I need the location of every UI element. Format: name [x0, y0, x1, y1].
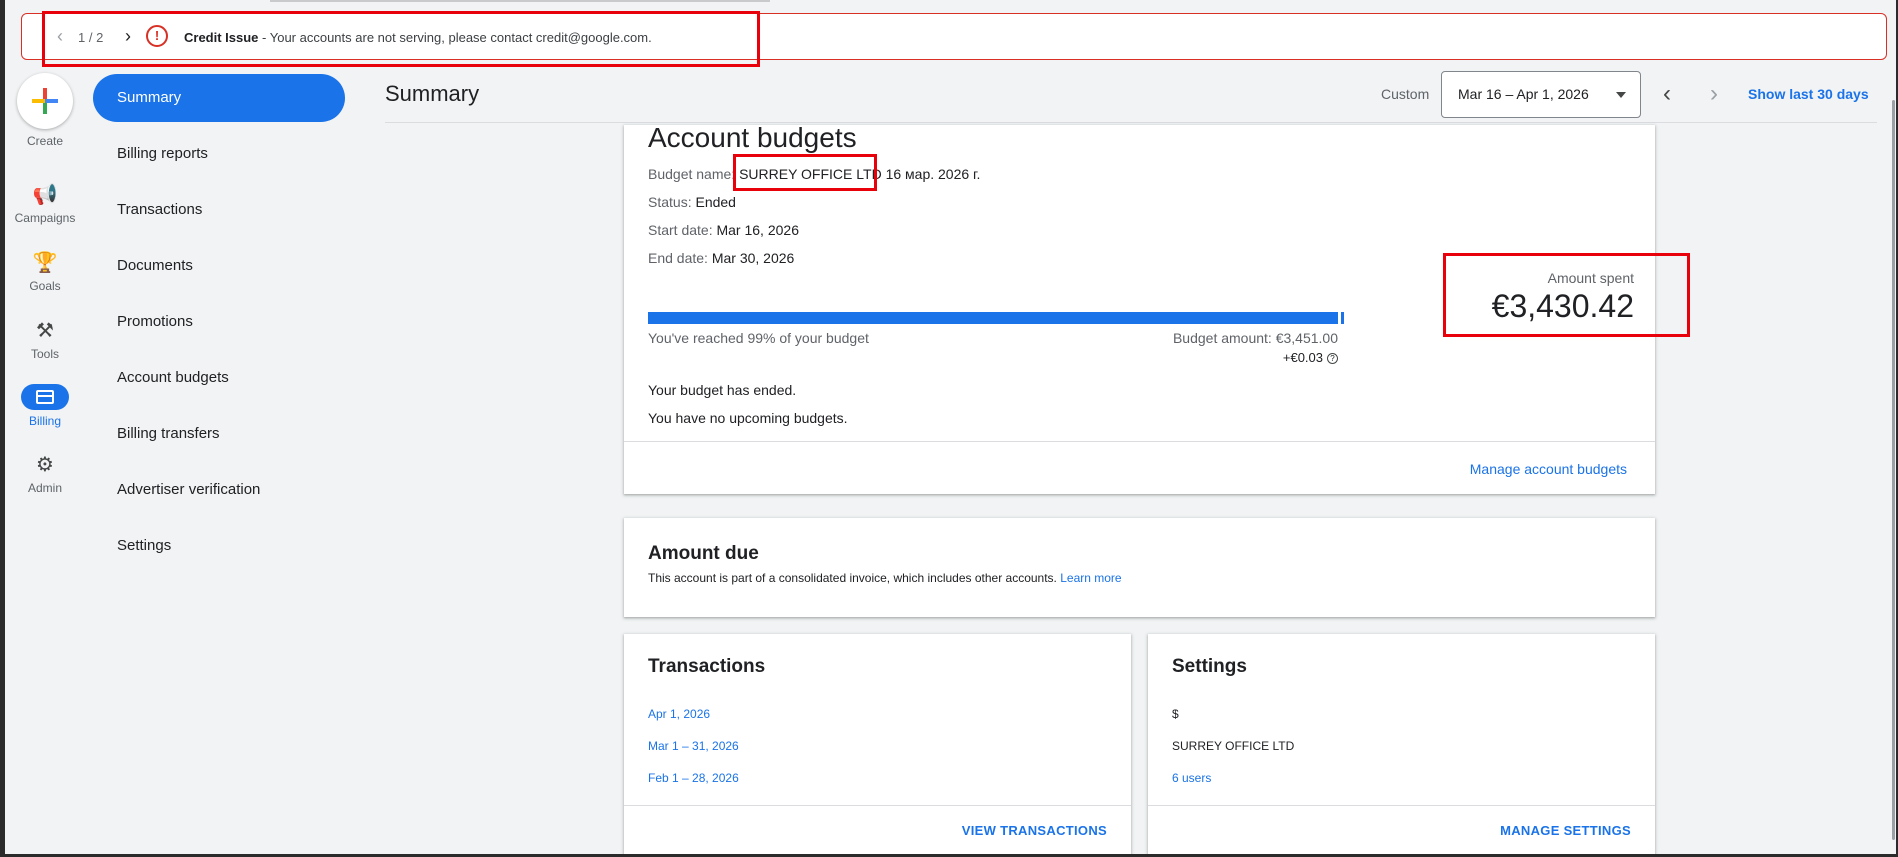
trophy-icon: 🏆	[32, 252, 58, 274]
rail-admin[interactable]: ⚙ Admin	[6, 453, 84, 495]
credit-issue-banner: ‹ 1 / 2 › ! Credit Issue - Your accounts…	[21, 13, 1887, 60]
transactions-card: Transactions Apr 1, 2026 Mar 1 – 31, 202…	[624, 634, 1131, 857]
date-range-value: Mar 16 – Apr 1, 2026	[1458, 86, 1589, 102]
show-last-30-days-link[interactable]: Show last 30 days	[1748, 86, 1869, 102]
window-frame-left	[0, 0, 5, 857]
nav-advertiser-verification[interactable]: Advertiser verification	[93, 466, 345, 514]
transactions-divider	[624, 805, 1131, 806]
budget-extra: +€0.03?	[1124, 350, 1338, 365]
tools-icon: ⚒	[36, 320, 54, 342]
budget-extra-value: +€0.03	[1282, 350, 1323, 365]
budgets-title: Account budgets	[648, 122, 857, 153]
chevron-left-icon[interactable]: ‹	[50, 26, 70, 46]
status-value: Ended	[695, 194, 736, 210]
highlight-box-amount-spent	[1443, 253, 1690, 337]
credit-card-icon	[21, 384, 69, 410]
budget-name-date: 16 мар. 2026 г.	[881, 166, 981, 182]
manage-settings-button[interactable]: MANAGE SETTINGS	[1500, 823, 1631, 838]
status-label: Status:	[648, 194, 692, 210]
custom-range-label: Custom	[1381, 86, 1430, 102]
view-transactions-button[interactable]: VIEW TRANSACTIONS	[962, 823, 1107, 838]
settings-divider	[1148, 805, 1655, 806]
settings-company: SURREY OFFICE LTD	[1172, 739, 1295, 753]
budget-ended-text: Your budget has ended.	[648, 382, 797, 398]
transaction-link[interactable]: Apr 1, 2026	[648, 707, 710, 721]
no-upcoming-text: You have no upcoming budgets.	[648, 410, 848, 426]
start-date-value: Mar 16, 2026	[716, 222, 799, 238]
amount-due-text: This account is part of a consolidated i…	[648, 571, 1122, 585]
plus-icon-bar	[32, 99, 58, 103]
nav-billing-reports[interactable]: Billing reports	[93, 130, 345, 178]
end-date-value: Mar 30, 2026	[711, 250, 795, 266]
budget-reached-text: You've reached 99% of your budget	[648, 330, 869, 346]
budget-end-row: End date: Mar 30, 2026	[648, 250, 794, 266]
manage-account-budgets-link[interactable]: Manage account budgets	[1470, 461, 1627, 477]
start-date-label: Start date:	[648, 222, 713, 238]
budgets-divider	[624, 441, 1655, 442]
learn-more-link[interactable]: Learn more	[1060, 571, 1121, 585]
budget-amount: Budget amount: €3,451.00	[1172, 330, 1338, 346]
browser-top-strip	[270, 0, 770, 2]
rail-goals[interactable]: 🏆 Goals	[6, 251, 84, 293]
create-button[interactable]	[17, 73, 73, 129]
page-title: Summary	[385, 81, 480, 106]
header-divider	[385, 122, 1877, 123]
credit-card-shape	[36, 390, 54, 404]
rail-billing-label: Billing	[28, 414, 61, 428]
dropdown-arrow-icon	[1616, 92, 1626, 98]
megaphone-icon: 📢	[32, 184, 58, 206]
rail-admin-label: Admin	[27, 481, 62, 495]
amount-due-card: Amount due This account is part of a con…	[624, 518, 1655, 617]
banner-message: Credit Issue - Your accounts are not ser…	[184, 30, 652, 45]
settings-currency: $	[1172, 707, 1179, 721]
page-scrollbar[interactable]	[1892, 100, 1895, 840]
rail-billing[interactable]: Billing	[6, 384, 84, 428]
budget-status-row: Status: Ended	[648, 194, 736, 210]
budget-progress-bar	[648, 312, 1344, 324]
nav-settings[interactable]: Settings	[93, 522, 345, 570]
transaction-link[interactable]: Mar 1 – 31, 2026	[648, 739, 739, 753]
previous-period-icon[interactable]: ‹	[1655, 80, 1679, 108]
banner-title: Credit Issue	[184, 30, 259, 45]
budget-progress-tail	[1341, 312, 1344, 324]
budget-name-label: Budget name:	[648, 166, 736, 182]
banner-text: - Your accounts are not serving, please …	[258, 30, 652, 45]
transactions-title: Transactions	[648, 656, 766, 677]
create-label: Create	[26, 134, 64, 148]
nav-billing-transfers[interactable]: Billing transfers	[93, 410, 345, 458]
budget-start-row: Start date: Mar 16, 2026	[648, 222, 799, 238]
settings-title: Settings	[1172, 656, 1247, 677]
end-date-label: End date:	[648, 250, 708, 266]
help-icon[interactable]: ?	[1327, 353, 1338, 364]
banner-pager: 1 / 2	[78, 30, 104, 45]
gear-icon: ⚙	[36, 454, 54, 476]
nav-promotions[interactable]: Promotions	[93, 298, 345, 346]
nav-documents[interactable]: Documents	[93, 242, 345, 290]
rail-tools-label: Tools	[30, 347, 59, 361]
next-period-icon[interactable]: ›	[1702, 80, 1726, 108]
rail-campaigns[interactable]: 📢 Campaigns	[6, 183, 84, 225]
amount-due-description: This account is part of a consolidated i…	[648, 571, 1061, 585]
date-range-select[interactable]: Mar 16 – Apr 1, 2026	[1441, 71, 1641, 118]
nav-account-budgets[interactable]: Account budgets	[93, 354, 345, 402]
chevron-right-icon[interactable]: ›	[118, 26, 138, 46]
highlight-box-budget-name	[733, 154, 877, 191]
nav-transactions[interactable]: Transactions	[93, 186, 345, 234]
rail-tools[interactable]: ⚒ Tools	[6, 319, 84, 361]
amount-due-title: Amount due	[648, 543, 759, 564]
error-icon: !	[146, 25, 168, 47]
rail-goals-label: Goals	[29, 279, 61, 293]
rail-campaigns-label: Campaigns	[14, 211, 76, 225]
nav-summary[interactable]: Summary	[93, 74, 345, 122]
settings-card: Settings $ SURREY OFFICE LTD 6 users MAN…	[1148, 634, 1655, 857]
settings-users-link[interactable]: 6 users	[1172, 771, 1211, 785]
transaction-link[interactable]: Feb 1 – 28, 2026	[648, 771, 739, 785]
